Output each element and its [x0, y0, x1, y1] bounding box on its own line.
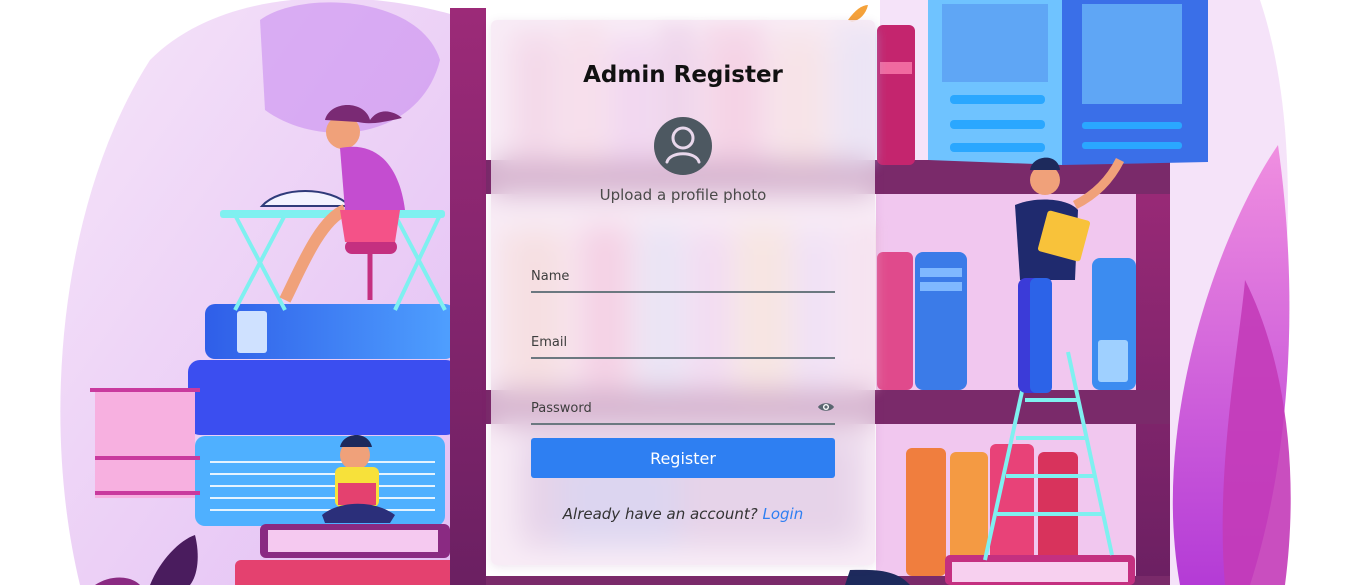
eye-icon[interactable]	[817, 398, 835, 411]
register-card: Admin Register Upload a profile photo Na…	[491, 20, 875, 565]
register-form: Admin Register Upload a profile photo Na…	[531, 20, 835, 565]
login-link[interactable]: Login	[763, 505, 804, 523]
book-stack-5	[235, 560, 465, 585]
shelf-pillar-left	[450, 8, 486, 585]
password-underline	[531, 423, 835, 425]
book-stack-2	[188, 360, 458, 435]
name-underline	[531, 291, 835, 293]
book-stack-3	[195, 436, 445, 526]
register-button[interactable]: Register	[531, 438, 835, 478]
book-orange-1	[906, 448, 946, 576]
name-input[interactable]	[531, 252, 835, 290]
name-field	[531, 252, 835, 293]
shelf-pillar-right	[1136, 160, 1170, 585]
email-field	[531, 318, 835, 359]
password-field	[531, 384, 835, 425]
login-prompt-line: Already have an account? Login	[531, 505, 835, 523]
book-pink-shelf	[877, 252, 913, 390]
email-underline	[531, 357, 835, 359]
login-prompt-text: Already have an account?	[562, 505, 758, 523]
user-circle-icon[interactable]	[654, 117, 712, 175]
email-input[interactable]	[531, 318, 835, 356]
upload-photo-link[interactable]: Upload a profile photo	[531, 186, 835, 204]
book-red-upper	[877, 25, 915, 165]
password-input[interactable]	[531, 384, 835, 422]
page-title: Admin Register	[583, 62, 783, 88]
